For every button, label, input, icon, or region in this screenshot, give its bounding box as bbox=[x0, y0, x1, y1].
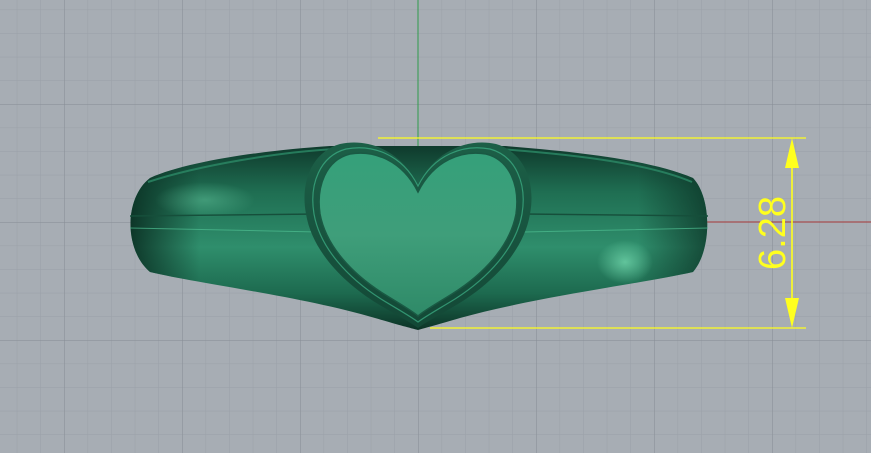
band-highlight-left bbox=[155, 182, 255, 218]
modeling-viewport[interactable]: 6.28 bbox=[0, 0, 871, 453]
dimension-value: 6.28 bbox=[752, 196, 794, 270]
band-highlight-right bbox=[597, 240, 653, 284]
